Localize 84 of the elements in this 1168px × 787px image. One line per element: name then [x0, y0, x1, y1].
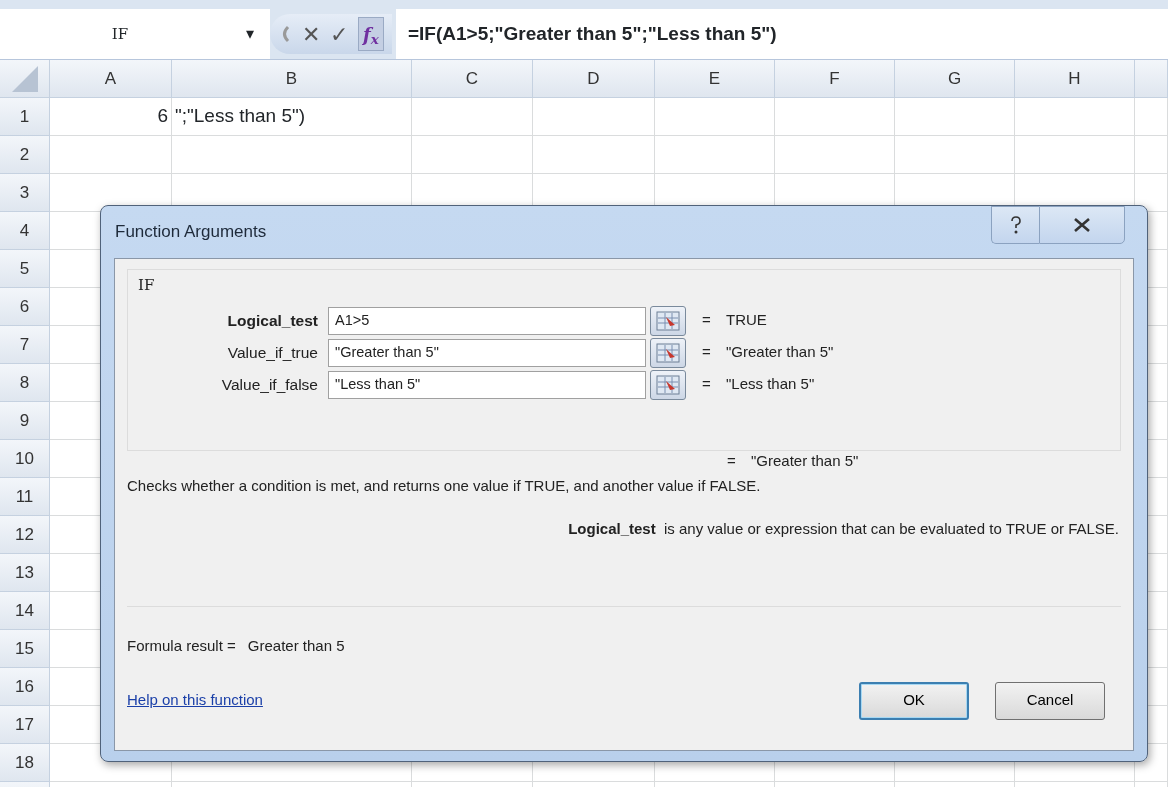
formula-result-label: Formula result = [127, 636, 236, 656]
close-button[interactable] [1039, 206, 1125, 244]
row-header[interactable]: 5 [0, 250, 50, 288]
row-header[interactable]: 18 [0, 744, 50, 782]
function-description: Checks whether a condition is met, and returns one value if TRUE, and another value if FALSE. [127, 476, 762, 496]
collapse-button[interactable] [650, 369, 686, 400]
function-name: IF [138, 275, 156, 296]
argument-result: TRUE [726, 310, 767, 331]
table-cell[interactable] [655, 98, 775, 136]
row-header[interactable]: 13 [0, 554, 50, 592]
help-icon [1008, 215, 1023, 235]
column-header[interactable]: F [775, 60, 895, 98]
table-cell[interactable]: ";"Less than 5") [172, 98, 412, 136]
row-header[interactable]: 8 [0, 364, 50, 402]
table-cell[interactable] [1015, 136, 1135, 174]
name-box[interactable]: IF ▾ [0, 9, 270, 59]
table-cell[interactable] [775, 98, 895, 136]
table-cell[interactable] [655, 136, 775, 174]
row-header[interactable]: 7 [0, 326, 50, 364]
function-result: "Greater than 5" [751, 450, 859, 471]
dropdown-arrow-icon[interactable]: ▾ [246, 22, 254, 46]
formula-result: Greater than 5 [247, 636, 345, 656]
collapse-button[interactable] [650, 337, 686, 368]
table-cell[interactable] [533, 136, 655, 174]
row-header[interactable]: 1 [0, 98, 50, 136]
table-cell[interactable] [1015, 98, 1135, 136]
cancel-button[interactable]: ✕ [302, 17, 320, 51]
formula-field[interactable]: =IF(A1>5;"Greater than 5";"Less than 5") [396, 9, 1168, 59]
table-cell[interactable] [1135, 136, 1168, 174]
equals-sign: = [702, 342, 712, 363]
column-header[interactable]: C [412, 60, 533, 98]
table-cell[interactable] [412, 136, 533, 174]
table-cell[interactable] [895, 98, 1015, 136]
table-cell[interactable] [172, 136, 412, 174]
table-cell[interactable] [1135, 98, 1168, 136]
insert-function-button[interactable]: f$_{x}$ [358, 17, 384, 51]
ok-button[interactable]: OK [859, 681, 969, 720]
table-cell[interactable]: 6 [50, 98, 172, 136]
argument-label: Value_if_false [220, 374, 319, 395]
row-header[interactable]: 11 [0, 478, 50, 516]
row-header[interactable]: 12 [0, 516, 50, 554]
close-icon [1072, 217, 1092, 233]
cancel-button[interactable]: Cancel [995, 681, 1105, 720]
row-header[interactable]: 6 [0, 288, 50, 326]
row-header[interactable]: 3 [0, 174, 50, 212]
argument-label: Logical_test [226, 310, 319, 331]
row-header[interactable]: 4 [0, 212, 50, 250]
argument-result: "Greater than 5" [726, 342, 834, 363]
row-header[interactable]: 15 [0, 630, 50, 668]
help-link[interactable]: Help on this function [127, 689, 263, 712]
table-cell[interactable] [775, 136, 895, 174]
equals-sign: = [727, 450, 737, 471]
column-header[interactable]: B [172, 60, 412, 98]
equals-sign: = [702, 310, 712, 331]
column-header[interactable]: D [533, 60, 655, 98]
table-cell[interactable] [412, 98, 533, 136]
row-header[interactable]: 2 [0, 136, 50, 174]
row-header[interactable]: 10 [0, 440, 50, 478]
help-button[interactable] [991, 206, 1039, 244]
enter-button[interactable]: ✓ [330, 17, 348, 51]
collapse-button[interactable] [650, 305, 686, 336]
grid-arrow-icon [656, 310, 680, 331]
table-cell[interactable] [533, 98, 655, 136]
row-header[interactable]: 17 [0, 706, 50, 744]
argument-description: Logical_test is any value or expression that can be evaluated to TRUE or FALSE. [567, 518, 1120, 539]
grid-arrow-icon [656, 374, 680, 395]
column-header[interactable] [1135, 60, 1168, 98]
table-cell[interactable] [50, 136, 172, 174]
argument-field[interactable]: "Greater than 5" [328, 338, 646, 367]
argument-field[interactable]: A1>5 [328, 306, 646, 335]
row-header[interactable]: 16 [0, 668, 50, 706]
column-header[interactable]: G [895, 60, 1015, 98]
row-header[interactable]: 9 [0, 402, 50, 440]
equals-sign: = [702, 374, 712, 395]
column-header[interactable]: A [50, 60, 172, 98]
grid-arrow-icon [656, 342, 680, 363]
argument-field[interactable]: "Less than 5" [328, 370, 646, 399]
dialog-title: Function Arguments [114, 221, 268, 244]
column-header[interactable]: E [655, 60, 775, 98]
argument-label: Value_if_true [226, 342, 319, 363]
argument-result: "Less than 5" [726, 374, 815, 395]
column-header[interactable]: H [1015, 60, 1135, 98]
table-cell[interactable] [895, 136, 1015, 174]
row-header[interactable]: 14 [0, 592, 50, 630]
